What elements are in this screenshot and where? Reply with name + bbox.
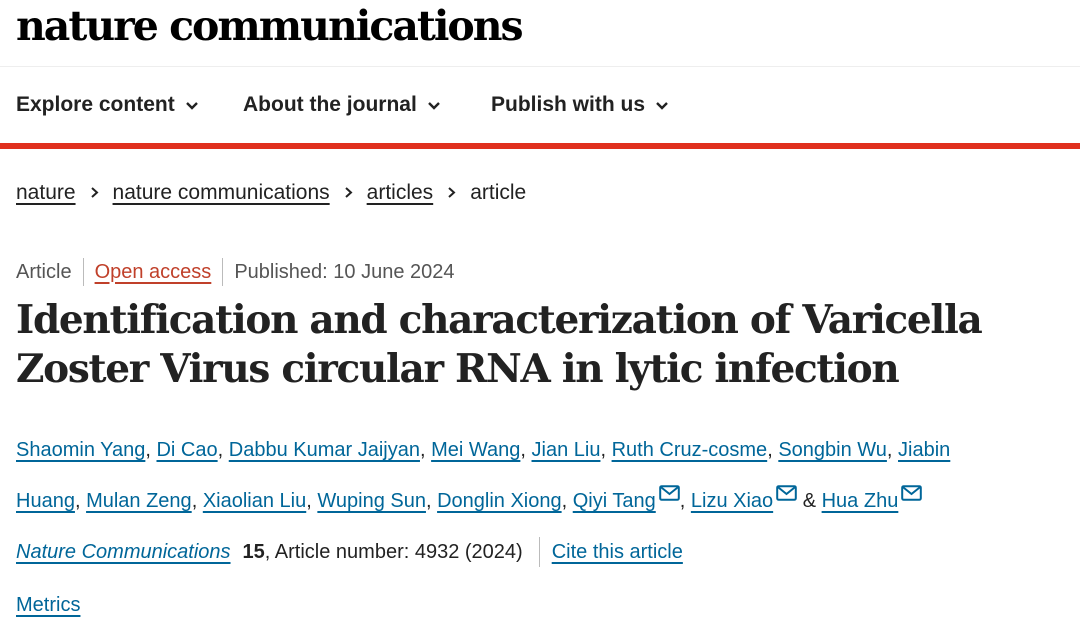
author-link[interactable]: Mulan Zeng	[86, 490, 192, 512]
author-separator: ,	[679, 490, 691, 512]
author-separator: ,	[425, 490, 438, 512]
author-separator: ,	[520, 439, 532, 461]
author-link[interactable]: Mei Wang	[431, 439, 520, 461]
chevron-right-icon	[90, 181, 99, 205]
breadcrumb-current: article	[470, 181, 527, 204]
cite-this-article-link[interactable]: Cite this article	[552, 541, 683, 564]
meta-divider	[222, 258, 224, 286]
journal-logo[interactable]: nature communications	[16, 2, 524, 50]
author-separator: ,	[217, 439, 229, 461]
article-meta: Article Open access Published: 10 June 2…	[16, 258, 455, 286]
meta-divider	[82, 258, 84, 286]
author-link[interactable]: Jian Liu	[532, 439, 601, 461]
citation-divider	[538, 537, 540, 567]
open-access-link[interactable]: Open access	[95, 261, 212, 284]
article-number: , Article number: 4932 (2024)	[264, 540, 523, 563]
journal-link[interactable]: Nature Communications	[16, 541, 231, 564]
article-type: Article	[16, 260, 72, 283]
accent-divider	[0, 143, 1080, 149]
nav-label: About the journal	[243, 93, 417, 116]
article-title: Identification and characterization of V…	[16, 297, 983, 392]
author-separator: ,	[767, 439, 779, 461]
author-link[interactable]: Ruth Cruz-cosme	[612, 439, 768, 461]
nav-label: Explore content	[16, 93, 175, 116]
author-link[interactable]: Dabbu Kumar Jaijyan	[229, 439, 420, 461]
mail-icon[interactable]	[901, 473, 923, 518]
breadcrumb-articles[interactable]: articles	[367, 181, 434, 205]
chevron-down-icon	[427, 93, 441, 117]
author-list: Shaomin Yang, Di Cao, Dabbu Kumar Jaijya…	[16, 428, 1066, 524]
nav-label: Publish with us	[491, 93, 646, 116]
breadcrumb: nature nature communications articles ar…	[16, 181, 526, 205]
author-link[interactable]: Qiyi Tang	[573, 490, 656, 512]
author-link[interactable]: Donglin Xiong	[437, 490, 562, 512]
author-separator: ,	[191, 490, 203, 512]
breadcrumb-nature-communications[interactable]: nature communications	[113, 181, 330, 205]
author-link[interactable]: Xiaolian Liu	[203, 490, 306, 512]
author-separator: ,	[561, 490, 573, 512]
author-separator: &	[797, 490, 822, 512]
author-separator: ,	[74, 490, 87, 512]
author-link[interactable]: Songbin Wu	[778, 439, 887, 461]
chevron-down-icon	[185, 93, 199, 117]
author-link[interactable]: Lizu Xiao	[691, 490, 773, 512]
masthead: nature communications	[0, 0, 1080, 67]
author-link[interactable]: Wuping Sun	[317, 490, 426, 512]
author-separator: ,	[145, 439, 157, 461]
mail-icon[interactable]	[776, 473, 797, 518]
author-separator: ,	[419, 439, 432, 461]
citation-line: Nature Communications 15 , Article numbe…	[16, 537, 683, 567]
nav-explore-content[interactable]: Explore content	[16, 93, 199, 117]
mail-icon[interactable]	[658, 473, 680, 518]
author-separator: ,	[886, 439, 899, 461]
chevron-down-icon	[655, 93, 669, 117]
author-separator: ,	[600, 439, 612, 461]
volume-number: 15	[242, 540, 265, 563]
author-separator: ,	[306, 490, 318, 512]
author-link[interactable]: Shaomin Yang	[16, 439, 145, 461]
author-link[interactable]: Di Cao	[156, 439, 217, 461]
breadcrumb-nature[interactable]: nature	[16, 181, 76, 205]
metrics-link[interactable]: Metrics	[16, 594, 80, 617]
nav-about-journal[interactable]: About the journal	[243, 93, 441, 117]
published-date: Published: 10 June 2024	[234, 260, 455, 283]
author-link[interactable]: Hua Zhu	[822, 490, 899, 512]
chevron-right-icon	[344, 181, 353, 205]
nav-publish-with-us[interactable]: Publish with us	[491, 93, 669, 117]
main-nav: Explore content About the journal Publis…	[0, 67, 1080, 143]
chevron-right-icon	[447, 181, 456, 205]
